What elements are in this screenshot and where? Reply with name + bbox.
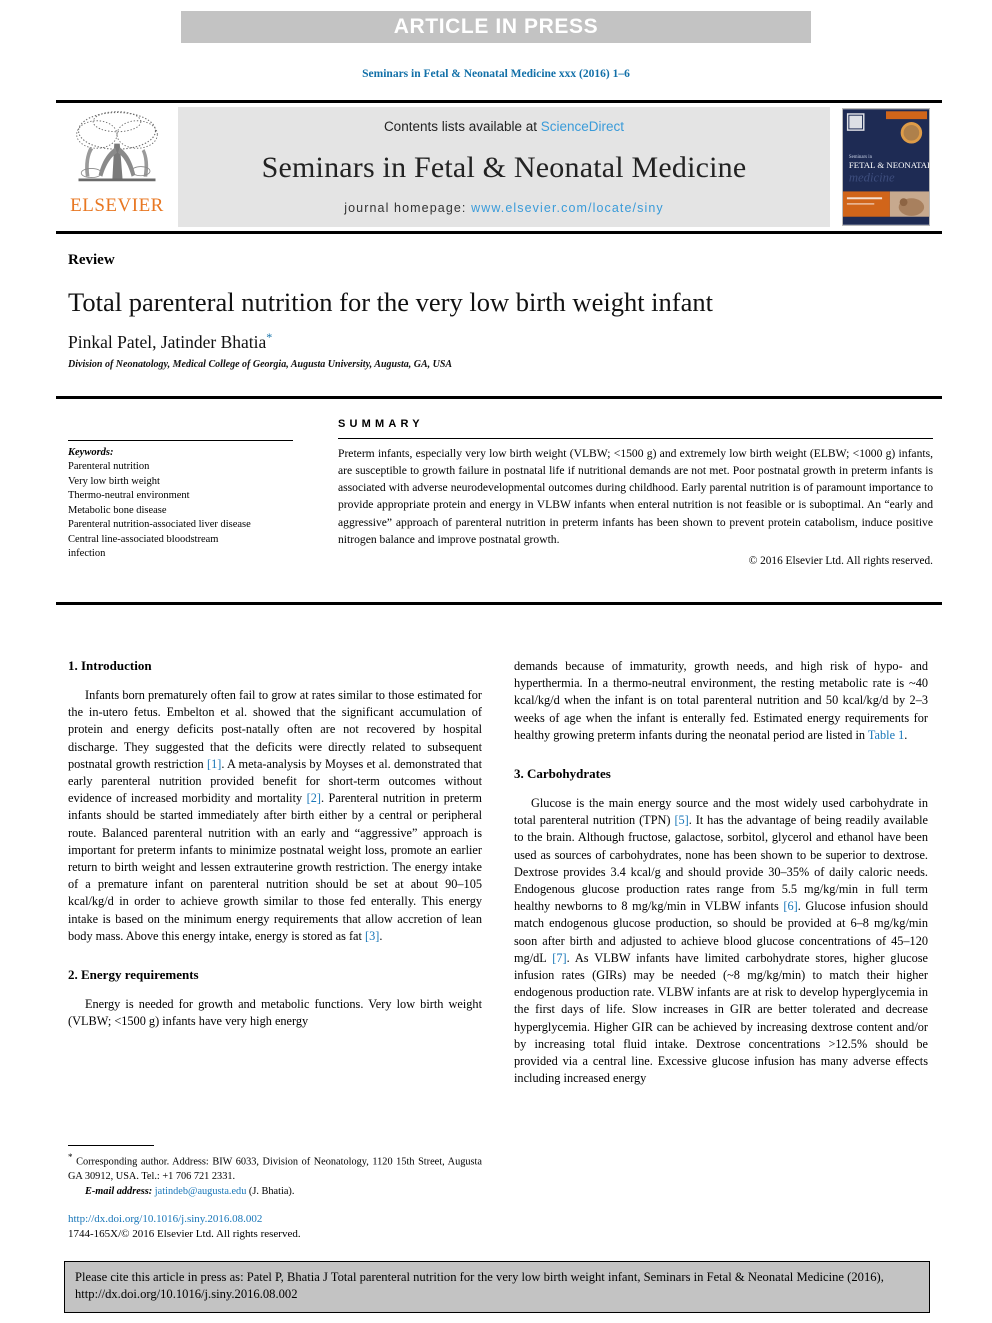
citation-ref-6[interactable]: [6] xyxy=(783,899,797,913)
page-title: Total parenteral nutrition for the very … xyxy=(68,286,713,317)
copyright-notice: © 2016 Elsevier Ltd. All rights reserved… xyxy=(748,554,933,567)
keyword-item: Central line-associated bloodstream xyxy=(68,533,219,545)
svg-text:FETAL & NEONATAL: FETAL & NEONATAL xyxy=(849,160,930,170)
article-in-press-banner: ARTICLE IN PRESS xyxy=(181,11,811,43)
citation-footer-text: Please cite this article in press as: Pa… xyxy=(75,1270,884,1301)
intro-text-c: . Parenteral nutrition in preterm infant… xyxy=(68,791,482,943)
affiliation: Division of Neonatology, Medical College… xyxy=(68,359,453,371)
citation-ref-7[interactable]: [7] xyxy=(552,951,566,965)
energy-text-a: demands because of immaturity, growth ne… xyxy=(514,659,928,742)
elsevier-logo: ELSEVIER xyxy=(56,103,178,231)
contents-prefix: Contents lists available at xyxy=(383,119,541,134)
elsevier-wordmark: ELSEVIER xyxy=(70,195,164,216)
journal-cover-thumbnail: Seminars in FETAL & NEONATAL medicine xyxy=(830,103,942,231)
issn-copyright-line: 1744-165X/© 2016 Elsevier Ltd. All right… xyxy=(68,1228,301,1241)
author-list: Pinkal Patel, Jatinder Bhatia* xyxy=(68,330,930,353)
citation-ref-3[interactable]: [3] xyxy=(365,929,379,943)
body-column-left: 1. Introduction Infants born prematurely… xyxy=(68,658,482,1039)
divider-below-abstract xyxy=(56,602,942,605)
doi-link[interactable]: http://dx.doi.org/10.1016/j.siny.2016.08… xyxy=(68,1212,482,1227)
keyword-item: Parenteral nutrition xyxy=(68,461,150,473)
citation-ref-5[interactable]: [5] xyxy=(674,813,688,827)
article-title-block: Review Total parenteral nutrition for th… xyxy=(68,252,930,370)
email-link[interactable]: jatindeb@augusta.edu xyxy=(155,1186,247,1197)
paragraph-carbohydrates: Glucose is the main energy source and th… xyxy=(514,795,928,1087)
table-1-link[interactable]: Table 1 xyxy=(868,728,904,742)
email-owner: (J. Bhatia). xyxy=(248,1185,295,1197)
journal-header-center: Contents lists available at ScienceDirec… xyxy=(178,107,830,227)
summary-block: SUMMARY Preterm infants, especially very… xyxy=(338,418,933,567)
carb-text-d: . As VLBW infants have limited carbohydr… xyxy=(514,950,928,1086)
summary-text: Preterm infants, especially very low bir… xyxy=(338,447,933,546)
keyword-item: Metabolic bone disease xyxy=(68,504,167,516)
author-names: Pinkal Patel, Jatinder Bhatia xyxy=(68,332,267,353)
section-heading-introduction: 1. Introduction xyxy=(68,658,152,673)
paragraph-introduction: Infants born prematurely often fail to g… xyxy=(68,687,482,945)
divider-above-abstract xyxy=(56,396,942,399)
homepage-prefix: journal homepage: xyxy=(344,201,472,215)
footnote-divider xyxy=(68,1145,154,1146)
keyword-item: infection xyxy=(68,548,106,560)
keyword-item: Thermo-neutral environment xyxy=(68,490,190,502)
svg-text:medicine: medicine xyxy=(849,171,895,185)
article-in-press-label: ARTICLE IN PRESS xyxy=(393,15,599,38)
footnote-address-text: Corresponding author. Address: BIW 6033,… xyxy=(68,1156,482,1183)
energy-text-b: . xyxy=(904,727,908,742)
journal-title: Seminars in Fetal & Neonatal Medicine xyxy=(261,150,747,184)
sciencedirect-link[interactable]: ScienceDirect xyxy=(541,119,624,134)
keywords-divider xyxy=(68,440,293,441)
section-heading-carbohydrates: 3. Carbohydrates xyxy=(514,766,611,782)
corresponding-author-footnote: * Corresponding author. Address: BIW 603… xyxy=(68,1145,482,1199)
journal-cover-image: Seminars in FETAL & NEONATAL medicine xyxy=(842,108,930,226)
corresponding-author-marker[interactable]: * xyxy=(266,330,272,344)
paragraph-energy-right: demands because of immaturity, growth ne… xyxy=(514,658,928,744)
intro-text-d: . xyxy=(379,928,383,943)
body-column-right: demands because of immaturity, growth ne… xyxy=(514,658,928,1096)
paragraph-energy-left: Energy is needed for growth and metaboli… xyxy=(68,997,482,1029)
keywords-heading: Keywords: xyxy=(68,447,114,458)
citation-ref-1[interactable]: [1] xyxy=(207,757,221,771)
doi-block: http://dx.doi.org/10.1016/j.siny.2016.08… xyxy=(68,1212,482,1242)
elsevier-tree-icon xyxy=(76,111,158,182)
citation-ref-2[interactable]: [2] xyxy=(307,791,321,805)
journal-header: ELSEVIER Contents lists available at Sci… xyxy=(56,100,942,234)
footnote-email-line: E-mail address: jatindeb@augusta.edu (J.… xyxy=(68,1185,482,1200)
article-type: Review xyxy=(68,252,115,268)
keywords-block: Keywords: Parenteral nutrition Very low … xyxy=(68,440,293,562)
contents-list-line: Contents lists available at ScienceDirec… xyxy=(384,119,624,134)
footnote-address: * Corresponding author. Address: BIW 603… xyxy=(68,1151,482,1185)
email-address-label: E-mail address: xyxy=(85,1185,153,1197)
summary-divider xyxy=(338,438,933,439)
citation-footer-box: Please cite this article in press as: Pa… xyxy=(64,1261,930,1313)
keyword-item: Very low birth weight xyxy=(68,475,160,487)
section-heading-energy-requirements: 2. Energy requirements xyxy=(68,967,199,983)
running-head: Seminars in Fetal & Neonatal Medicine xx… xyxy=(362,68,630,80)
journal-homepage-link[interactable]: www.elsevier.com/locate/siny xyxy=(471,201,664,215)
journal-homepage-line: journal homepage: www.elsevier.com/locat… xyxy=(344,201,664,215)
keyword-item: Parenteral nutrition-associated liver di… xyxy=(68,519,251,531)
summary-heading: SUMMARY xyxy=(338,418,424,430)
